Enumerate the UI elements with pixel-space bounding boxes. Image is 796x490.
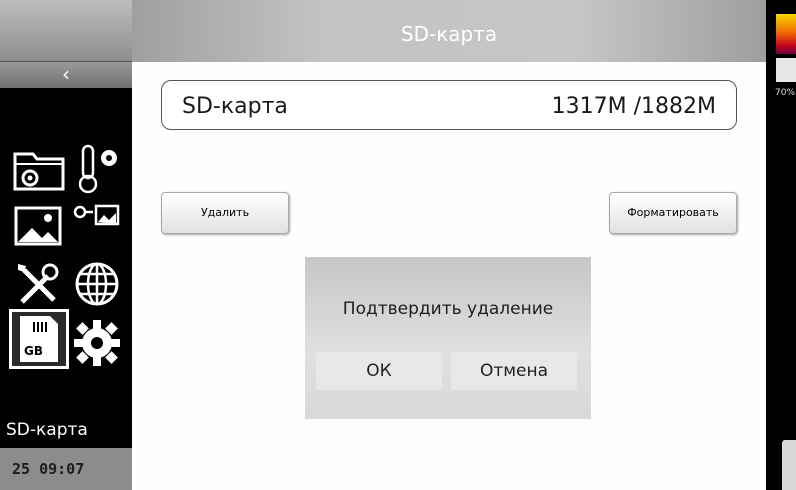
gear-icon[interactable]: [68, 314, 126, 372]
sd-card-info-box: SD-карта 1317M /1882M: [161, 80, 737, 130]
percent-readout: 70%: [775, 88, 796, 98]
current-section-label: SD-карта: [6, 420, 88, 440]
back-button[interactable]: ‹: [0, 62, 132, 88]
dialog-message: Подтвердить удаление: [342, 299, 554, 319]
thermometer-gear-icon[interactable]: [68, 140, 126, 198]
sidebar-header: [0, 0, 132, 62]
sd-card-badge: GB: [24, 344, 43, 358]
image-icon[interactable]: [10, 198, 68, 256]
sd-card-icon[interactable]: GB: [9, 309, 69, 369]
date-time-display: 25 09:07: [12, 460, 85, 478]
battery-icon: [776, 58, 796, 82]
title-bar: SD-карта: [132, 0, 766, 62]
right-strip: 70%: [766, 0, 796, 490]
cancel-button[interactable]: Отмена: [451, 352, 577, 390]
sd-card-label: SD-карта: [182, 94, 288, 119]
ok-button[interactable]: ОК: [316, 352, 442, 390]
format-button[interactable]: Форматировать: [609, 192, 737, 234]
delete-button[interactable]: Удалить: [161, 192, 289, 234]
color-palette-bar: [776, 14, 796, 54]
sidebar: ‹ GB SD-карта 25 09:07: [0, 0, 132, 490]
confirm-delete-dialog: Подтвердить удаление ОК Отмена: [305, 257, 591, 419]
page-title: SD-карта: [400, 22, 498, 46]
folder-gear-icon[interactable]: [10, 140, 68, 198]
side-handle[interactable]: [782, 440, 796, 490]
globe-icon[interactable]: [68, 256, 126, 314]
sd-card-usage: 1317M /1882M: [551, 94, 716, 119]
tools-icon[interactable]: [10, 256, 68, 314]
picture-in-picture-icon[interactable]: [68, 198, 126, 256]
main-panel: SD-карта SD-карта 1317M /1882M Удалить Ф…: [132, 0, 766, 490]
